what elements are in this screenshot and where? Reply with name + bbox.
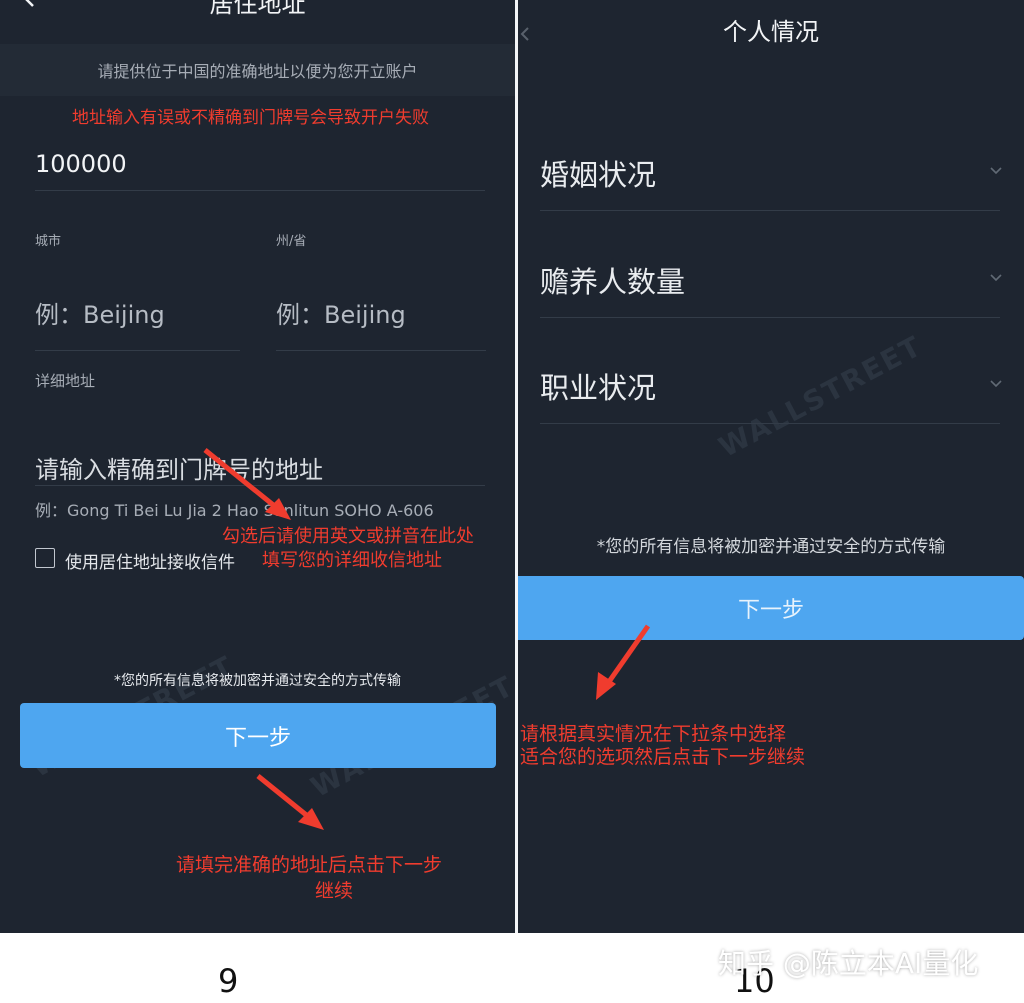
row-divider: [540, 317, 1000, 318]
mailing-address-checkbox[interactable]: [35, 548, 55, 568]
annotation-arrow-icon: [596, 624, 651, 700]
next-button[interactable]: 下一步: [20, 703, 496, 768]
annotation-next-line2: 继续: [315, 880, 354, 902]
annotation-arrow-icon: [256, 774, 324, 830]
city-label: 城市: [35, 234, 62, 249]
page-title: 个人情况: [723, 18, 819, 46]
annotation-next-line1: 请填完准确的地址后点击下一步: [176, 854, 443, 876]
address-screen: WALLSTREET WALLSTREET 居住地址 请提供位于中国的准确地址以…: [0, 0, 515, 933]
employment-status-dropdown[interactable]: 职业状况: [540, 365, 656, 407]
row-divider: [540, 210, 1000, 211]
source-watermark: 知乎 @陈立本AI量化: [718, 947, 979, 980]
page-title: 居住地址: [209, 0, 306, 18]
province-label: 州/省: [276, 234, 307, 249]
mailing-address-label: 使用居住地址接收信件: [65, 553, 235, 573]
security-note: *您的所有信息将被加密并通过安全的方式传输: [596, 537, 946, 557]
security-note: *您的所有信息将被加密并通过安全的方式传输: [114, 673, 401, 689]
chevron-down-icon[interactable]: [988, 375, 1004, 391]
postal-code-field[interactable]: 100000: [35, 150, 127, 178]
chevron-down-icon[interactable]: [988, 269, 1004, 285]
step-number-left: 9: [218, 962, 239, 1000]
city-input[interactable]: 例：Beijing: [35, 295, 165, 330]
address-warning: 地址输入有误或不精确到门牌号会导致开户失败: [72, 108, 429, 128]
province-underline: [276, 350, 486, 351]
personal-info-screen: WALLSTREET 个人情况 婚姻状况 赡养人数量 职业状况 *您的所有信息将…: [518, 0, 1024, 933]
row-divider: [540, 423, 1000, 424]
banner-text: 请提供位于中国的准确地址以便为您开立账户: [97, 62, 418, 81]
watermark-overlay: WALLSTREET: [713, 329, 928, 464]
postal-code-underline: [35, 190, 485, 191]
province-input[interactable]: 例：Beijing: [276, 295, 406, 330]
dependents-dropdown[interactable]: 赡养人数量: [540, 259, 685, 301]
detail-address-label: 详细地址: [35, 372, 96, 390]
annotation-detail-line2: 填写您的详细收信地址: [262, 550, 442, 571]
annotation-line2: 适合您的选项然后点击下一步继续: [520, 746, 806, 768]
city-underline: [35, 350, 240, 351]
chevron-down-icon[interactable]: [988, 162, 1004, 178]
marital-status-dropdown[interactable]: 婚姻状况: [540, 152, 656, 194]
annotation-arrow-icon: [203, 448, 291, 520]
